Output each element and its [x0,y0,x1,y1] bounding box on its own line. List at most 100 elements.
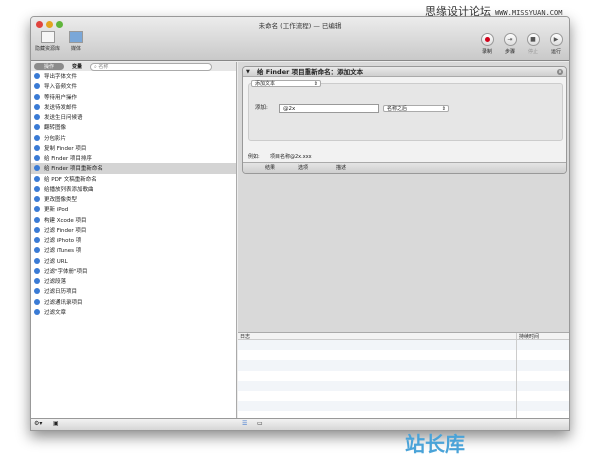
list-item[interactable]: 导入音频文件 [31,81,236,91]
action-icon [34,196,40,203]
list-item[interactable]: 过滤 URL [31,256,236,266]
list-item-label: 更改图像类型 [44,197,78,204]
action-list: 导出字体文件 导入音频文件 等待用户操作 发送待发邮件 发送生日问候语 翻转图像分包影片复… [31,71,236,317]
list-item-label: 过滤 iPhoto 项 [44,238,82,245]
stop-button[interactable]: ■ 停止 [524,33,542,55]
list-view-icon[interactable]: ☰ [242,420,247,427]
list-item[interactable]: 等待用户操作 [31,92,236,102]
log-table: 日志 持续时间 [238,332,569,418]
list-item-label: 分包影片 [44,135,67,142]
action-icon [34,103,40,110]
add-label: 添加: [255,105,268,111]
example-label: 例如: [248,154,260,160]
list-item-label: 翻转图像 [44,125,67,132]
list-item-label: 导入音频文件 [44,84,78,91]
example-value: 项目名称@2x.xxx [270,154,312,160]
list-item-label: 给 PDF 文稿重新命名 [44,176,97,183]
flow-view-icon[interactable]: ▭ [257,420,263,427]
list-item[interactable]: 过滤通讯录项目 [31,297,236,307]
list-item-label: 更新 iPod [44,207,69,214]
action-icon [34,185,40,192]
description-toggle-icon[interactable]: ▣ [53,420,59,427]
remove-action-button[interactable]: × [557,69,563,75]
action-icon [34,298,40,305]
list-item-label: 发送待发邮件 [44,104,78,111]
run-button[interactable]: ▶ 运行 [547,33,565,55]
options-group: 添加: @2x 名称之后 ⇕ [248,83,563,141]
action-icon [34,237,40,244]
action-icon [34,257,40,264]
media-button[interactable]: 媒体 [69,31,83,52]
list-item-label: 等待用户操作 [44,94,78,101]
list-item[interactable]: 构建 Xcode 项目 [31,215,236,225]
action-icon [34,267,40,274]
list-item[interactable]: 给 PDF 文稿重新命名 [31,174,236,184]
list-item[interactable]: 给 Finder 项目重新命名 [31,163,236,174]
action-icon [34,278,40,285]
list-item[interactable]: 翻转图像 [31,122,236,132]
list-item-label: 构建 Xcode 项目 [44,217,87,224]
disclosure-triangle[interactable]: ▼ [246,67,250,77]
list-item[interactable]: 更改图像类型 [31,194,236,204]
list-item-label: 给 Finder 项目排序 [44,156,92,163]
list-item[interactable]: 分包影片 [31,133,236,143]
action-title: 给 Finder 项目重新命名：添加文本 [257,68,364,76]
position-popup[interactable]: 名称之后 ⇕ [383,105,449,112]
watermark-url: WWW.MISSYUAN.COM [495,9,563,17]
list-item[interactable]: 发送生日问候语 [31,112,236,122]
list-item[interactable]: 过滤"字体册"项目 [31,266,236,276]
record-icon [480,33,494,46]
record-button[interactable]: 录制 [478,33,496,55]
run-icon: ▶ [549,33,563,46]
list-item[interactable]: 更新 iPod [31,204,236,214]
action-icon [34,216,40,223]
media-icon [69,31,83,43]
tab-actions[interactable]: 操作 [34,63,65,70]
action-icon [34,165,40,172]
list-item-label: 过滤通讯录项目 [44,299,83,306]
action-icon [34,124,40,131]
action-icon [34,134,40,141]
bottom-bar: ⚙▾ ▣ ☰ ▭ [31,418,569,430]
tab-variables[interactable]: 变量 [72,63,82,70]
action-card: ▼ 给 Finder 项目重新命名：添加文本 × 添加: @2x 名称之后 ⇕ 添加文… [242,66,567,174]
list-item[interactable]: 过滤文章 [31,307,236,317]
list-item[interactable]: 过滤日历项目 [31,286,236,296]
list-item-label: 发送生日问候语 [44,115,83,122]
tab-results[interactable]: 结果 [265,163,275,173]
step-button[interactable]: ⇥ 步骤 [501,33,519,55]
search-input[interactable]: ⌕ 名称 [90,62,213,71]
mode-popup[interactable]: 添加文本 ⇕ [251,80,321,87]
list-item-label: 过滤段落 [44,279,67,286]
action-icon [34,93,40,100]
list-item-label: 复制 Finder 项目 [44,145,87,152]
action-icon [34,206,40,213]
window-title: 未命名 (工作流程) — 已编辑 [258,22,342,30]
list-item[interactable]: 过滤 Finder 项目 [31,225,236,235]
tab-options[interactable]: 选项 [298,163,308,173]
hide-library-button[interactable]: 隐藏资源库 [35,31,60,52]
action-icon [34,144,40,151]
action-icon [34,155,40,162]
list-item-label: 过滤"字体册"项目 [44,268,88,275]
list-item[interactable]: 过滤 iTunes 项 [31,245,236,255]
tab-description[interactable]: 描述 [336,163,346,173]
gear-menu-icon[interactable]: ⚙▾ [34,420,42,427]
list-item-label: 给 Finder 项目重新命名 [44,166,103,173]
list-item[interactable]: 过滤段落 [31,276,236,286]
action-icon [34,308,40,315]
list-item[interactable]: 给播放列表添加歌曲 [31,184,236,194]
list-item[interactable]: 给 Finder 项目排序 [31,153,236,163]
list-item[interactable]: 发送待发邮件 [31,102,236,112]
automator-window: 未命名 (工作流程) — 已编辑 隐藏资源库 媒体 录制 ⇥ 步骤 ■ 停止 ▶ 运行… [30,16,570,431]
add-text-field[interactable]: @2x [279,104,379,113]
list-item[interactable]: 复制 Finder 项目 [31,143,236,153]
log-column-header[interactable]: 日志 [240,333,250,340]
list-item-label: 导出字体文件 [44,74,78,81]
duration-column-header[interactable]: 持续时间 [519,333,539,340]
library-sidebar: 操作 变量 ⌕ 名称 导出字体文件 导入音频文件 等待用户操作 发送待发邮件 发送生日问… [31,62,237,418]
action-icon [34,83,40,90]
library-icon [40,31,55,43]
list-item[interactable]: 过滤 iPhoto 项 [31,235,236,245]
list-item[interactable]: 导出字体文件 [31,71,236,81]
